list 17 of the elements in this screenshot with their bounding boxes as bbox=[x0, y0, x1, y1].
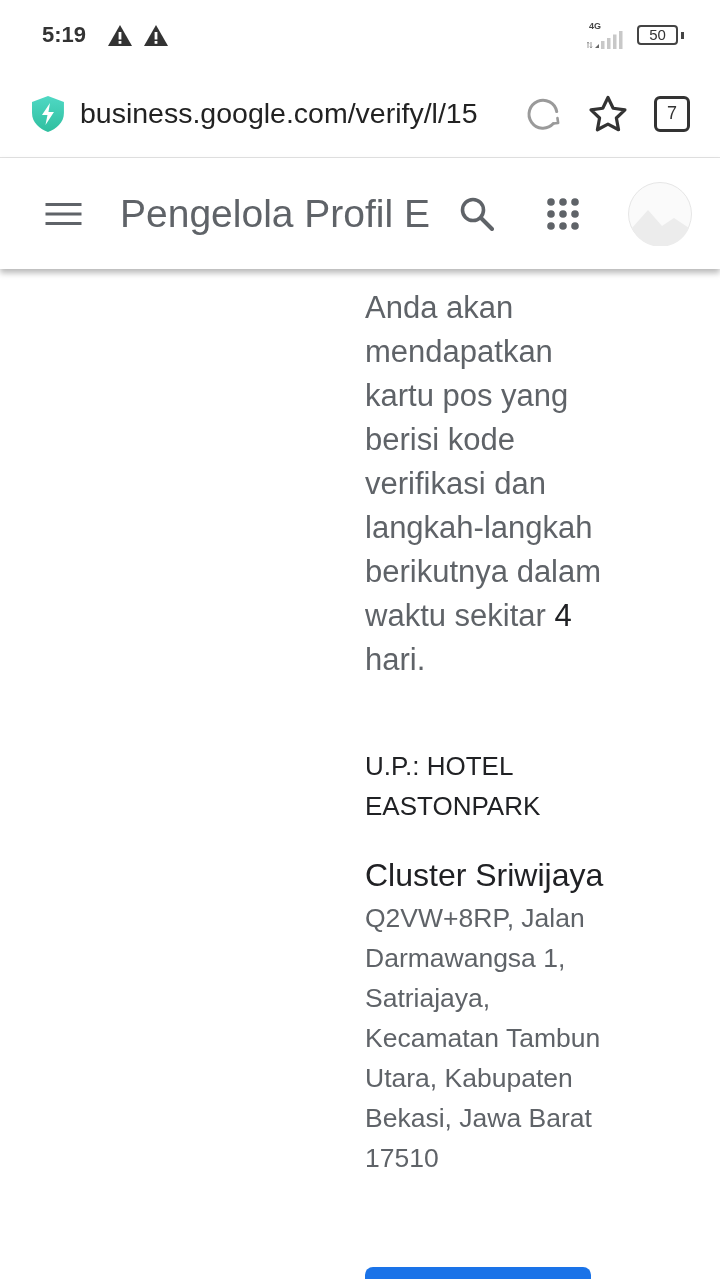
star-icon[interactable] bbox=[588, 94, 629, 133]
tab-count-button[interactable]: 7 bbox=[654, 95, 690, 132]
app-title: Pengelola Profil E bbox=[120, 191, 432, 236]
network-type-label: 4G bbox=[589, 21, 601, 31]
warning-icon bbox=[144, 24, 169, 46]
search-icon[interactable] bbox=[460, 196, 494, 231]
apps-grid-icon[interactable] bbox=[547, 197, 579, 230]
warning-icon bbox=[108, 24, 133, 46]
business-address: Q2VW+8RP, Jalan Darmawangsa 1, Satriajaya, Kecamatan Tambun Utara, Kabupaten Bekasi, Jawa Barat 17510 bbox=[365, 902, 602, 1175]
menu-icon[interactable] bbox=[45, 201, 82, 226]
business-name: Cluster Sriwijaya bbox=[365, 856, 605, 895]
status-time: 5:19 bbox=[42, 22, 87, 48]
signal-icon bbox=[587, 31, 625, 49]
verification-message: Anda akan mendapatkan kartu pos yang berisi kode verifikasi dan langkah-langkah berikutnya dalam waktu sekitar 4 hari. bbox=[365, 289, 603, 679]
battery-indicator: 50 bbox=[637, 25, 684, 45]
recipient-name: U.P.: HOTEL EASTONPARK bbox=[365, 750, 542, 823]
address-bar-url[interactable]: business.google.com/verify/l/15 bbox=[79, 97, 518, 130]
